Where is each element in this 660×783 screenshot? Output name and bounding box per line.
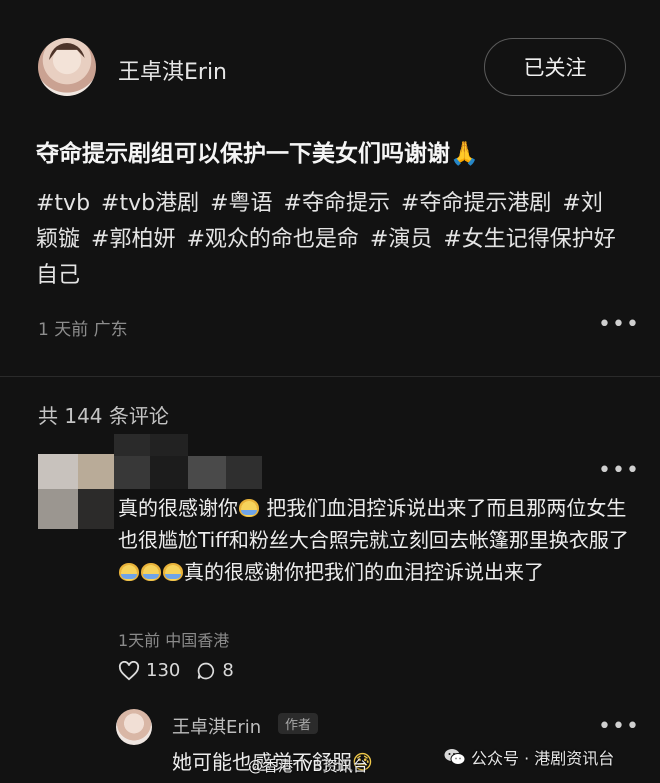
divider [0, 376, 660, 377]
comment-text: 真的很感谢你 把我们血泪控诉说出来了而且那两位女生也很尴尬Tiff和粉丝大合照完… [118, 492, 638, 588]
mosaic-block [78, 454, 114, 489]
mosaic-block [150, 456, 188, 489]
hashtag[interactable]: #演员 [370, 227, 432, 252]
comment-text-part: 真的很感谢你 [118, 496, 238, 520]
wechat-watermark: 公众号 · 港剧资讯台 [444, 745, 614, 769]
hashtag[interactable]: #tvb港剧 [101, 191, 199, 216]
pray-emoji: 🙏 [450, 141, 479, 167]
follow-button[interactable]: 已关注 [484, 38, 626, 96]
post-title: 夺命提示剧组可以保护一下美女们吗谢谢🙏 [36, 134, 636, 168]
hashtag[interactable]: #tvb [36, 191, 90, 216]
comment-meta: 1天前 中国香港 [118, 627, 229, 651]
more-horizontal-icon[interactable]: ••• [598, 716, 640, 738]
mosaic-block [226, 456, 262, 489]
more-horizontal-icon[interactable]: ••• [598, 460, 640, 482]
comment-location: 中国香港 [165, 631, 230, 650]
crying-face-emoji [119, 563, 139, 581]
mosaic-block [38, 454, 78, 489]
like-count: 130 [146, 660, 181, 681]
mosaic-block [114, 434, 150, 456]
author-badge: 作者 [278, 713, 319, 734]
heart-icon [118, 660, 140, 680]
reply-username[interactable]: 王卓淇Erin [172, 713, 261, 739]
like-button[interactable]: 130 [118, 660, 180, 681]
hashtag[interactable]: #夺命提示 [284, 191, 390, 216]
mosaic-block [114, 456, 150, 489]
mosaic-block [150, 434, 188, 456]
post-meta: 1 天前 广东 [38, 315, 128, 340]
reply-count: 8 [222, 660, 234, 681]
author-username[interactable]: 王卓淇Erin [118, 54, 227, 86]
reply-avatar[interactable] [116, 709, 152, 745]
crying-face-emoji [141, 563, 161, 581]
avatar-hair [49, 43, 85, 61]
weibo-watermark: @香港TVB资讯台 [248, 757, 368, 775]
hashtag-list: #tvb #tvb港剧 #粤语 #夺命提示 #夺命提示港剧 #刘颖镟 #郭柏妍 … [36, 186, 624, 294]
post-time: 1 天前 [38, 320, 89, 340]
more-horizontal-icon[interactable]: ••• [598, 314, 640, 336]
mosaic-block [38, 489, 78, 529]
reply-button[interactable]: 8 [196, 660, 234, 681]
post-title-text: 夺命提示剧组可以保护一下美女们吗谢谢 [36, 141, 450, 167]
avatar[interactable] [38, 38, 96, 96]
mosaic-block [78, 489, 114, 529]
post-location: 广东 [93, 320, 128, 340]
comment-stats: 130 8 [118, 660, 250, 681]
hashtag[interactable]: #夺命提示港剧 [401, 191, 551, 216]
wechat-icon [444, 749, 466, 765]
comment-time: 1天前 [118, 631, 161, 650]
wechat-watermark-text: 公众号 · 港剧资讯台 [471, 749, 615, 768]
comment-count: 共 144 条评论 [38, 404, 169, 428]
hashtag[interactable]: #郭柏妍 [91, 227, 175, 252]
crying-face-emoji [163, 563, 183, 581]
hashtag[interactable]: #观众的命也是命 [186, 227, 358, 252]
hashtag[interactable]: #粤语 [210, 191, 272, 216]
post-header: 王卓淇Erin 已关注 [38, 38, 626, 98]
comment-bubble-icon [198, 662, 215, 679]
mosaic-block [188, 456, 226, 489]
comment-text-part: 真的很感谢你把我们的血泪控诉说出来了 [184, 560, 544, 584]
crying-face-emoji [239, 499, 259, 517]
post-detail-page: 王卓淇Erin 已关注 夺命提示剧组可以保护一下美女们吗谢谢🙏 #tvb #tv… [0, 0, 660, 783]
